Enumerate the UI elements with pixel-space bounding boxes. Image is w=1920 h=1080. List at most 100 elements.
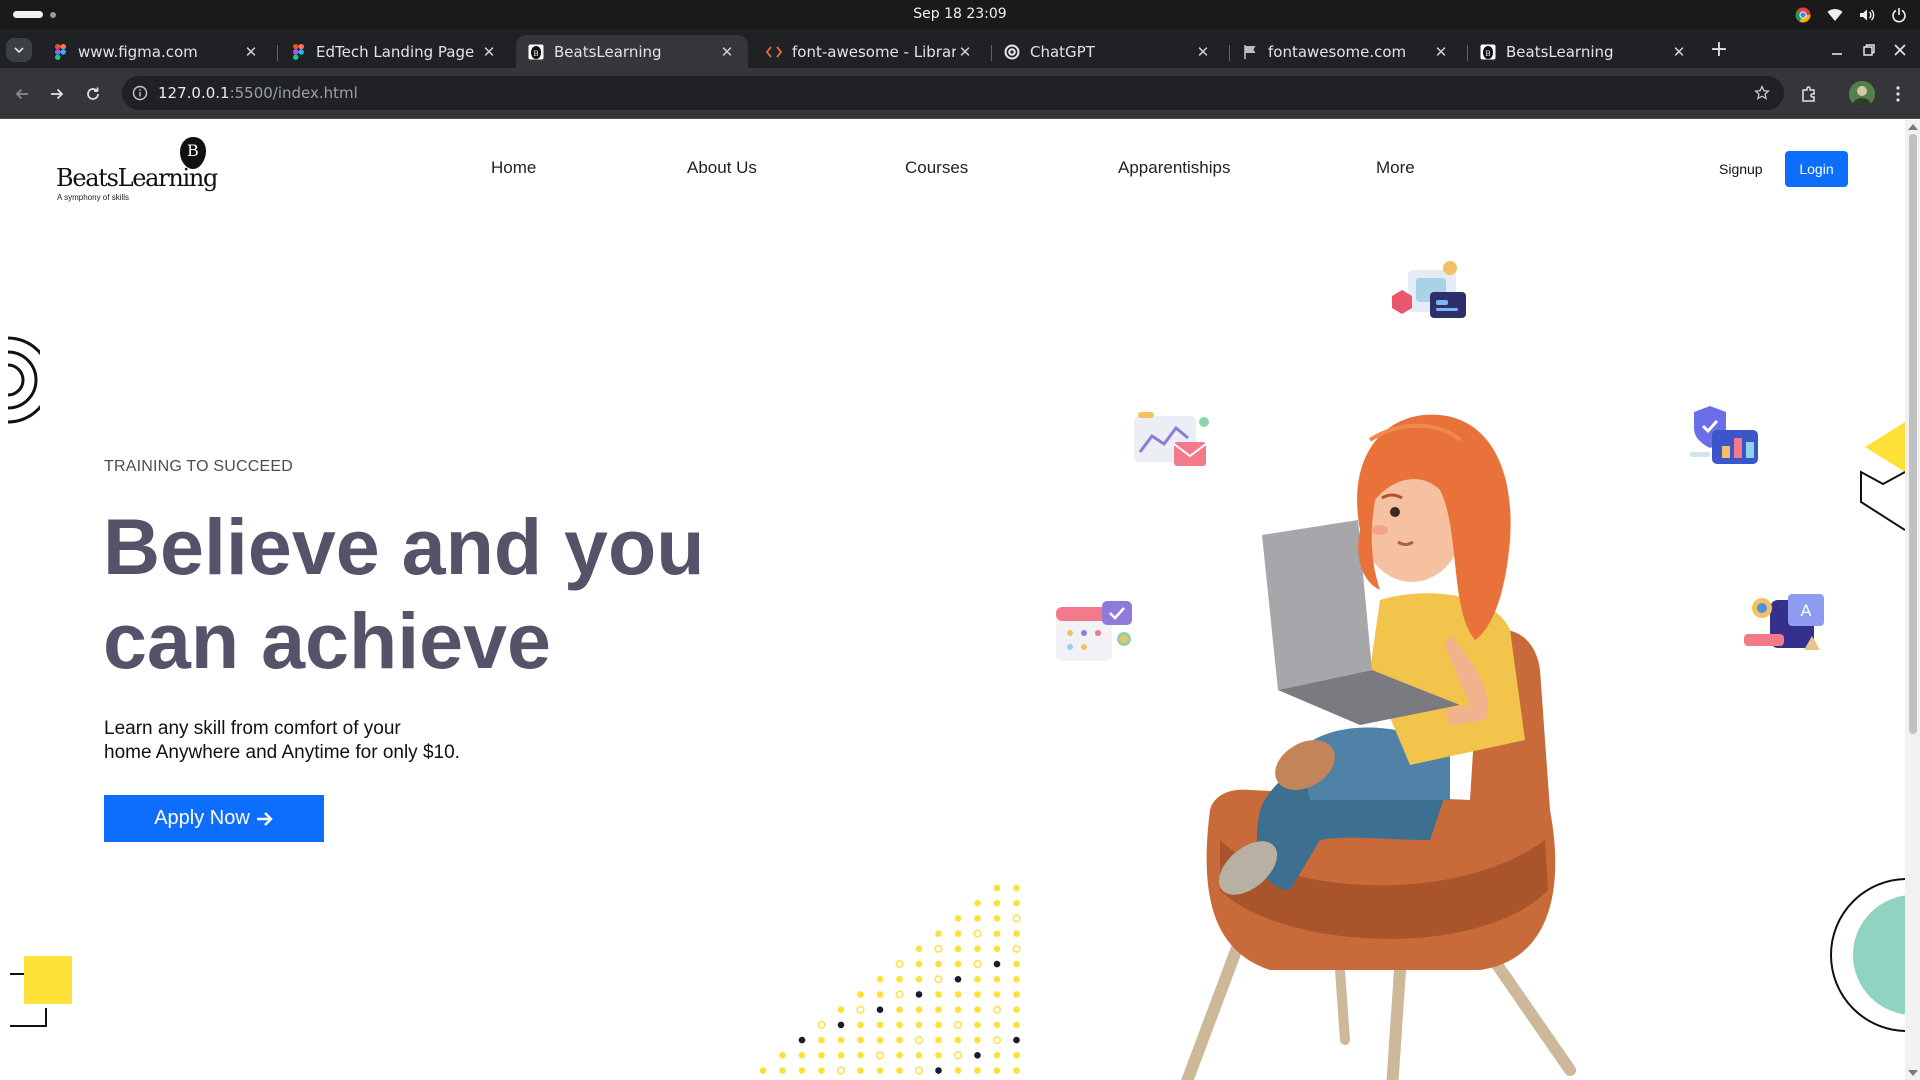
site-info-icon[interactable] xyxy=(130,83,150,103)
pattern-dot xyxy=(974,1006,981,1013)
calendar-illustration xyxy=(1056,601,1132,661)
tab-close-icon[interactable]: ✕ xyxy=(956,43,974,61)
tab-beatslearning-2[interactable]: B BeatsLearning ✕ xyxy=(1468,35,1700,68)
pattern-dot xyxy=(875,1051,884,1060)
system-clock[interactable]: Sep 18 23:09 xyxy=(0,6,1920,22)
pattern-dot xyxy=(953,1051,962,1060)
pattern-dot xyxy=(935,1021,942,1029)
apply-now-button[interactable]: Apply Now xyxy=(104,795,324,842)
tab-close-icon[interactable]: ✕ xyxy=(1432,43,1450,61)
tab-title: ChatGPT xyxy=(1030,42,1095,61)
pattern-dot xyxy=(1013,975,1020,983)
svg-text:B: B xyxy=(533,50,538,58)
pattern-dot xyxy=(974,945,981,953)
address-bar[interactable]: 127.0.0.1:5500/index.html xyxy=(122,76,1784,110)
chrome-icon[interactable] xyxy=(1794,6,1812,24)
pattern-dot xyxy=(935,930,942,937)
svg-text:B: B xyxy=(1485,50,1490,58)
scroll-up-arrow[interactable] xyxy=(1908,124,1918,130)
beats-favicon: B xyxy=(528,44,544,60)
pattern-dot xyxy=(914,1036,923,1045)
pattern-dot xyxy=(915,975,923,983)
pattern-dot xyxy=(993,884,1001,892)
pattern-dot xyxy=(993,991,1001,998)
tab-figma[interactable]: www.figma.com ✕ xyxy=(40,35,272,68)
pattern-dot xyxy=(876,1036,884,1044)
browser-menu-icon[interactable] xyxy=(1886,82,1910,106)
security-chart-illustration xyxy=(1690,406,1758,464)
tab-fontawesome[interactable]: fontawesome.com ✕ xyxy=(1230,35,1462,68)
restore-icon[interactable] xyxy=(1859,40,1879,60)
back-icon[interactable] xyxy=(10,82,34,106)
pattern-dot xyxy=(974,1021,981,1029)
nav-more[interactable]: More xyxy=(1376,158,1415,178)
hero-headline: Believe and you can achieve xyxy=(103,500,823,688)
pattern-dot xyxy=(818,1067,825,1074)
pattern-dot xyxy=(857,991,864,998)
pattern-dot xyxy=(876,1006,884,1013)
power-icon[interactable] xyxy=(1890,6,1908,24)
pattern-dot xyxy=(1013,1052,1020,1059)
pattern-dot xyxy=(1013,1006,1020,1013)
extensions-icon[interactable] xyxy=(1797,82,1821,106)
system-tray[interactable] xyxy=(1794,5,1908,25)
pattern-dot xyxy=(876,975,884,983)
tab-close-icon[interactable]: ✕ xyxy=(1670,43,1688,61)
scroll-thumb[interactable] xyxy=(1909,134,1917,734)
tab-chatgpt[interactable]: ChatGPT ✕ xyxy=(992,35,1224,68)
tab-search-button[interactable] xyxy=(6,38,32,62)
flag-icon xyxy=(1242,44,1258,60)
close-window-icon[interactable] xyxy=(1890,40,1910,60)
pattern-dot xyxy=(818,1052,825,1059)
profile-avatar[interactable] xyxy=(1849,81,1875,107)
pattern-dot xyxy=(934,975,943,984)
tab-title: BeatsLearning xyxy=(554,42,662,61)
forward-icon[interactable] xyxy=(45,82,69,106)
signup-link[interactable]: Signup xyxy=(1719,161,1763,177)
pattern-dot xyxy=(974,1052,981,1059)
svg-text:A: A xyxy=(1801,601,1812,620)
scroll-down-arrow[interactable] xyxy=(1908,1070,1918,1076)
pattern-dot xyxy=(993,930,1001,937)
url-text[interactable]: 127.0.0.1:5500/index.html xyxy=(158,84,358,102)
tab-close-icon[interactable]: ✕ xyxy=(718,43,736,61)
nav-apprenticeships[interactable]: Apparentiships xyxy=(1118,158,1230,178)
minimize-icon[interactable] xyxy=(1827,40,1847,60)
tab-beatslearning-active[interactable]: B BeatsLearning ✕ xyxy=(516,35,748,68)
pattern-dot xyxy=(993,945,1001,953)
nav-courses[interactable]: Courses xyxy=(905,158,968,178)
reload-icon[interactable] xyxy=(81,82,105,106)
tab-edtech-landing[interactable]: EdTech Landing Page (Co ✕ xyxy=(278,35,510,68)
os-top-bar: Sep 18 23:09 xyxy=(0,0,1920,29)
pattern-dot xyxy=(954,1067,962,1074)
pattern-dot xyxy=(1013,930,1020,937)
nav-home[interactable]: Home xyxy=(491,158,536,178)
pattern-dot xyxy=(896,1052,903,1059)
bookmark-star-icon[interactable] xyxy=(1752,83,1772,103)
pattern-dot xyxy=(974,975,981,983)
page-scrollbar[interactable] xyxy=(1905,120,1920,1080)
pattern-dot xyxy=(857,1052,864,1059)
pattern-dot xyxy=(857,1036,864,1044)
pattern-dot xyxy=(993,1021,1001,1029)
tab-title: fontawesome.com xyxy=(1268,42,1407,61)
tab-font-awesome-libraries[interactable]: font-awesome - Libraries ✕ xyxy=(754,35,986,68)
pattern-dot xyxy=(1013,1021,1020,1029)
page-viewport: B BeatsLearning A symphony of skills Hom… xyxy=(0,120,1905,1080)
pattern-dot xyxy=(993,960,1001,968)
pattern-dot xyxy=(798,1067,806,1074)
volume-icon[interactable] xyxy=(1858,6,1876,24)
wifi-icon[interactable] xyxy=(1826,6,1844,24)
pattern-dot xyxy=(974,1067,981,1074)
pattern-dot xyxy=(954,975,962,983)
login-button[interactable]: Login xyxy=(1785,151,1848,187)
tab-close-icon[interactable]: ✕ xyxy=(1194,43,1212,61)
chevron-down-icon xyxy=(14,46,24,53)
tab-close-icon[interactable]: ✕ xyxy=(480,43,498,61)
tab-close-icon[interactable]: ✕ xyxy=(242,43,260,61)
site-logo[interactable]: B BeatsLearning A symphony of skills xyxy=(56,136,218,206)
pattern-dot xyxy=(837,1052,845,1059)
pattern-dot xyxy=(798,1036,806,1044)
new-tab-button[interactable]: + xyxy=(1708,39,1730,62)
nav-about-us[interactable]: About Us xyxy=(687,158,757,178)
